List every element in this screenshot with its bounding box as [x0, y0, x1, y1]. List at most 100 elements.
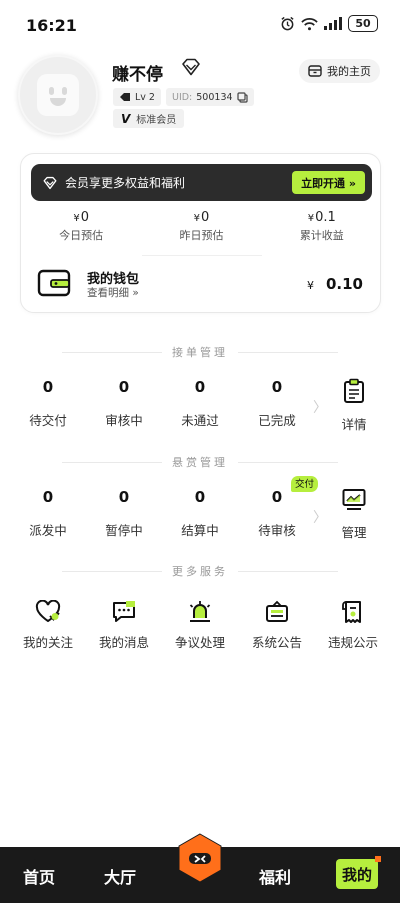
earning-total[interactable]: ¥0.1 累计收益	[262, 210, 382, 250]
order-stat-reviewing[interactable]: 0 审核中	[94, 378, 154, 429]
level-tag-icon	[120, 93, 130, 101]
orders-title: 接单管理	[172, 346, 228, 359]
earning-yesterday[interactable]: ¥0 昨日预估	[141, 210, 261, 250]
stat-count: 0	[271, 378, 283, 396]
vip-promo-banner[interactable]: 会员享更多权益和福利 立即开通 »	[31, 164, 372, 201]
earning-today[interactable]: ¥0 今日预估	[21, 210, 141, 250]
earnings-card: 会员享更多权益和福利 立即开通 » ¥0 今日预估 ¥0 昨日预估 ¥0.1 累…	[20, 153, 381, 313]
service-label: 我的关注	[22, 635, 73, 650]
currency-symbol: ¥	[307, 213, 315, 224]
level-text: Lv 2	[135, 91, 155, 103]
delivery-tag: 交付	[291, 476, 319, 492]
stat-count: 0	[194, 488, 206, 506]
stat-label: 待审核	[258, 523, 296, 538]
currency-symbol: ¥	[306, 279, 314, 292]
stat-count: 0	[118, 378, 130, 396]
center-publish-button[interactable]	[174, 832, 226, 884]
tab-home[interactable]: 首页	[23, 864, 55, 888]
heart-icon	[35, 600, 61, 623]
more-section-title: 更多服务	[0, 563, 400, 579]
service-violations[interactable]: 违规公示	[318, 600, 388, 651]
card-divider	[142, 255, 262, 256]
bounty-title: 悬赏管理	[172, 456, 228, 469]
monitor-chart-icon	[342, 489, 366, 510]
currency-symbol: ¥	[193, 213, 201, 224]
bounty-stat-dispatching[interactable]: 0 派发中	[18, 488, 78, 539]
bounty-stat-awaiting-review[interactable]: 0 待审核	[247, 488, 307, 539]
chevron-right-icon: 〉	[313, 400, 327, 416]
profile-header: 赚不停 Lv 2 UID: 500134 V 标准会员 我的主页	[0, 55, 400, 165]
earnings-row: ¥0 今日预估 ¥0 昨日预估 ¥0.1 累计收益	[21, 210, 382, 250]
orders-section-title: 接单管理	[0, 344, 400, 360]
tab-welfare[interactable]: 福利	[259, 864, 291, 888]
order-stat-rejected[interactable]: 0 未通过	[170, 378, 230, 429]
siren-icon	[189, 601, 211, 622]
username: 赚不停	[112, 65, 163, 85]
bounty-stats: 0 派发中 0 暂停中 0 结算中 0 待审核 交付 〉 管理	[0, 476, 400, 548]
service-disputes[interactable]: 争议处理	[165, 600, 235, 651]
wifi-icon	[301, 17, 318, 30]
bounty-stat-settling[interactable]: 0 结算中	[170, 488, 230, 539]
membership-badge[interactable]: V 标准会员	[113, 109, 185, 128]
stat-label: 已完成	[258, 413, 296, 428]
earning-label: 今日预估	[59, 229, 104, 242]
signal-icon	[324, 17, 342, 30]
stat-label: 待交付	[29, 413, 67, 428]
level-badge: Lv 2	[113, 88, 161, 106]
tab-mine[interactable]: 我的	[336, 856, 381, 889]
receipt-icon	[342, 601, 361, 623]
diamond-icon[interactable]	[180, 58, 202, 76]
vip-diamond-icon	[43, 176, 57, 189]
chevron-right-icon: 〉	[313, 510, 327, 526]
more-title: 更多服务	[172, 565, 228, 578]
service-label: 争议处理	[174, 635, 225, 650]
status-bar: 16:21 50	[0, 0, 400, 50]
alarm-icon	[281, 16, 294, 31]
earning-value: 0	[80, 210, 89, 225]
battery-indicator: 50	[348, 15, 378, 32]
order-stat-pending[interactable]: 0 待交付	[18, 378, 78, 429]
profile-badges: Lv 2 UID: 500134	[113, 88, 254, 106]
my-homepage-label: 我的主页	[327, 65, 371, 78]
earning-value: 0	[201, 210, 210, 225]
clipboard-icon	[344, 378, 364, 403]
bounty-stat-paused[interactable]: 0 暂停中	[94, 488, 154, 539]
status-icons: 50	[280, 15, 378, 32]
earning-label: 昨日预估	[179, 229, 224, 242]
tab-mine-label: 我的	[341, 865, 372, 884]
copy-icon[interactable]	[236, 91, 248, 103]
wallet-row[interactable]: 我的钱包 查看明细 » ¥0.10	[37, 268, 367, 302]
stat-count: 0	[42, 378, 54, 396]
avatar[interactable]	[18, 55, 98, 135]
service-messages[interactable]: 我的消息	[89, 600, 159, 651]
stat-label: 暂停中	[105, 523, 143, 538]
service-label: 我的消息	[98, 635, 149, 650]
stat-count: 0	[118, 488, 130, 506]
homepage-icon	[308, 65, 322, 77]
bounty-manage-button[interactable]: 管理	[331, 488, 377, 541]
stat-count: 0	[42, 488, 54, 506]
uid-value: 500134	[196, 91, 233, 103]
services-row: 我的关注 我的消息 争议处理 系统公告 违规公示	[0, 600, 400, 650]
notification-dot	[375, 856, 381, 862]
order-details-button[interactable]: 详情	[331, 378, 377, 433]
membership-mark: V	[121, 111, 131, 126]
service-following[interactable]: 我的关注	[13, 600, 83, 651]
wallet-details-link[interactable]: 查看明细 »	[87, 285, 139, 300]
wallet-amount: ¥0.10	[307, 275, 363, 293]
status-time: 16:21	[26, 16, 77, 35]
currency-symbol: ¥	[73, 213, 80, 224]
stat-label: 审核中	[105, 413, 143, 428]
orders-stats: 0 待交付 0 审核中 0 未通过 0 已完成 〉 详情	[0, 378, 400, 438]
tab-hall[interactable]: 大厅	[104, 864, 136, 888]
order-stat-completed[interactable]: 0 已完成	[247, 378, 307, 429]
my-homepage-button[interactable]: 我的主页	[299, 59, 380, 83]
membership-label: 标准会员	[136, 115, 177, 126]
open-vip-button[interactable]: 立即开通 »	[292, 171, 365, 194]
earning-value: 0.1	[315, 210, 336, 225]
service-announcements[interactable]: 系统公告	[242, 600, 312, 651]
stat-count: 0	[194, 378, 206, 396]
stat-label: 派发中	[29, 523, 67, 538]
notice-icon	[266, 600, 288, 622]
earning-label: 累计收益	[299, 229, 344, 242]
